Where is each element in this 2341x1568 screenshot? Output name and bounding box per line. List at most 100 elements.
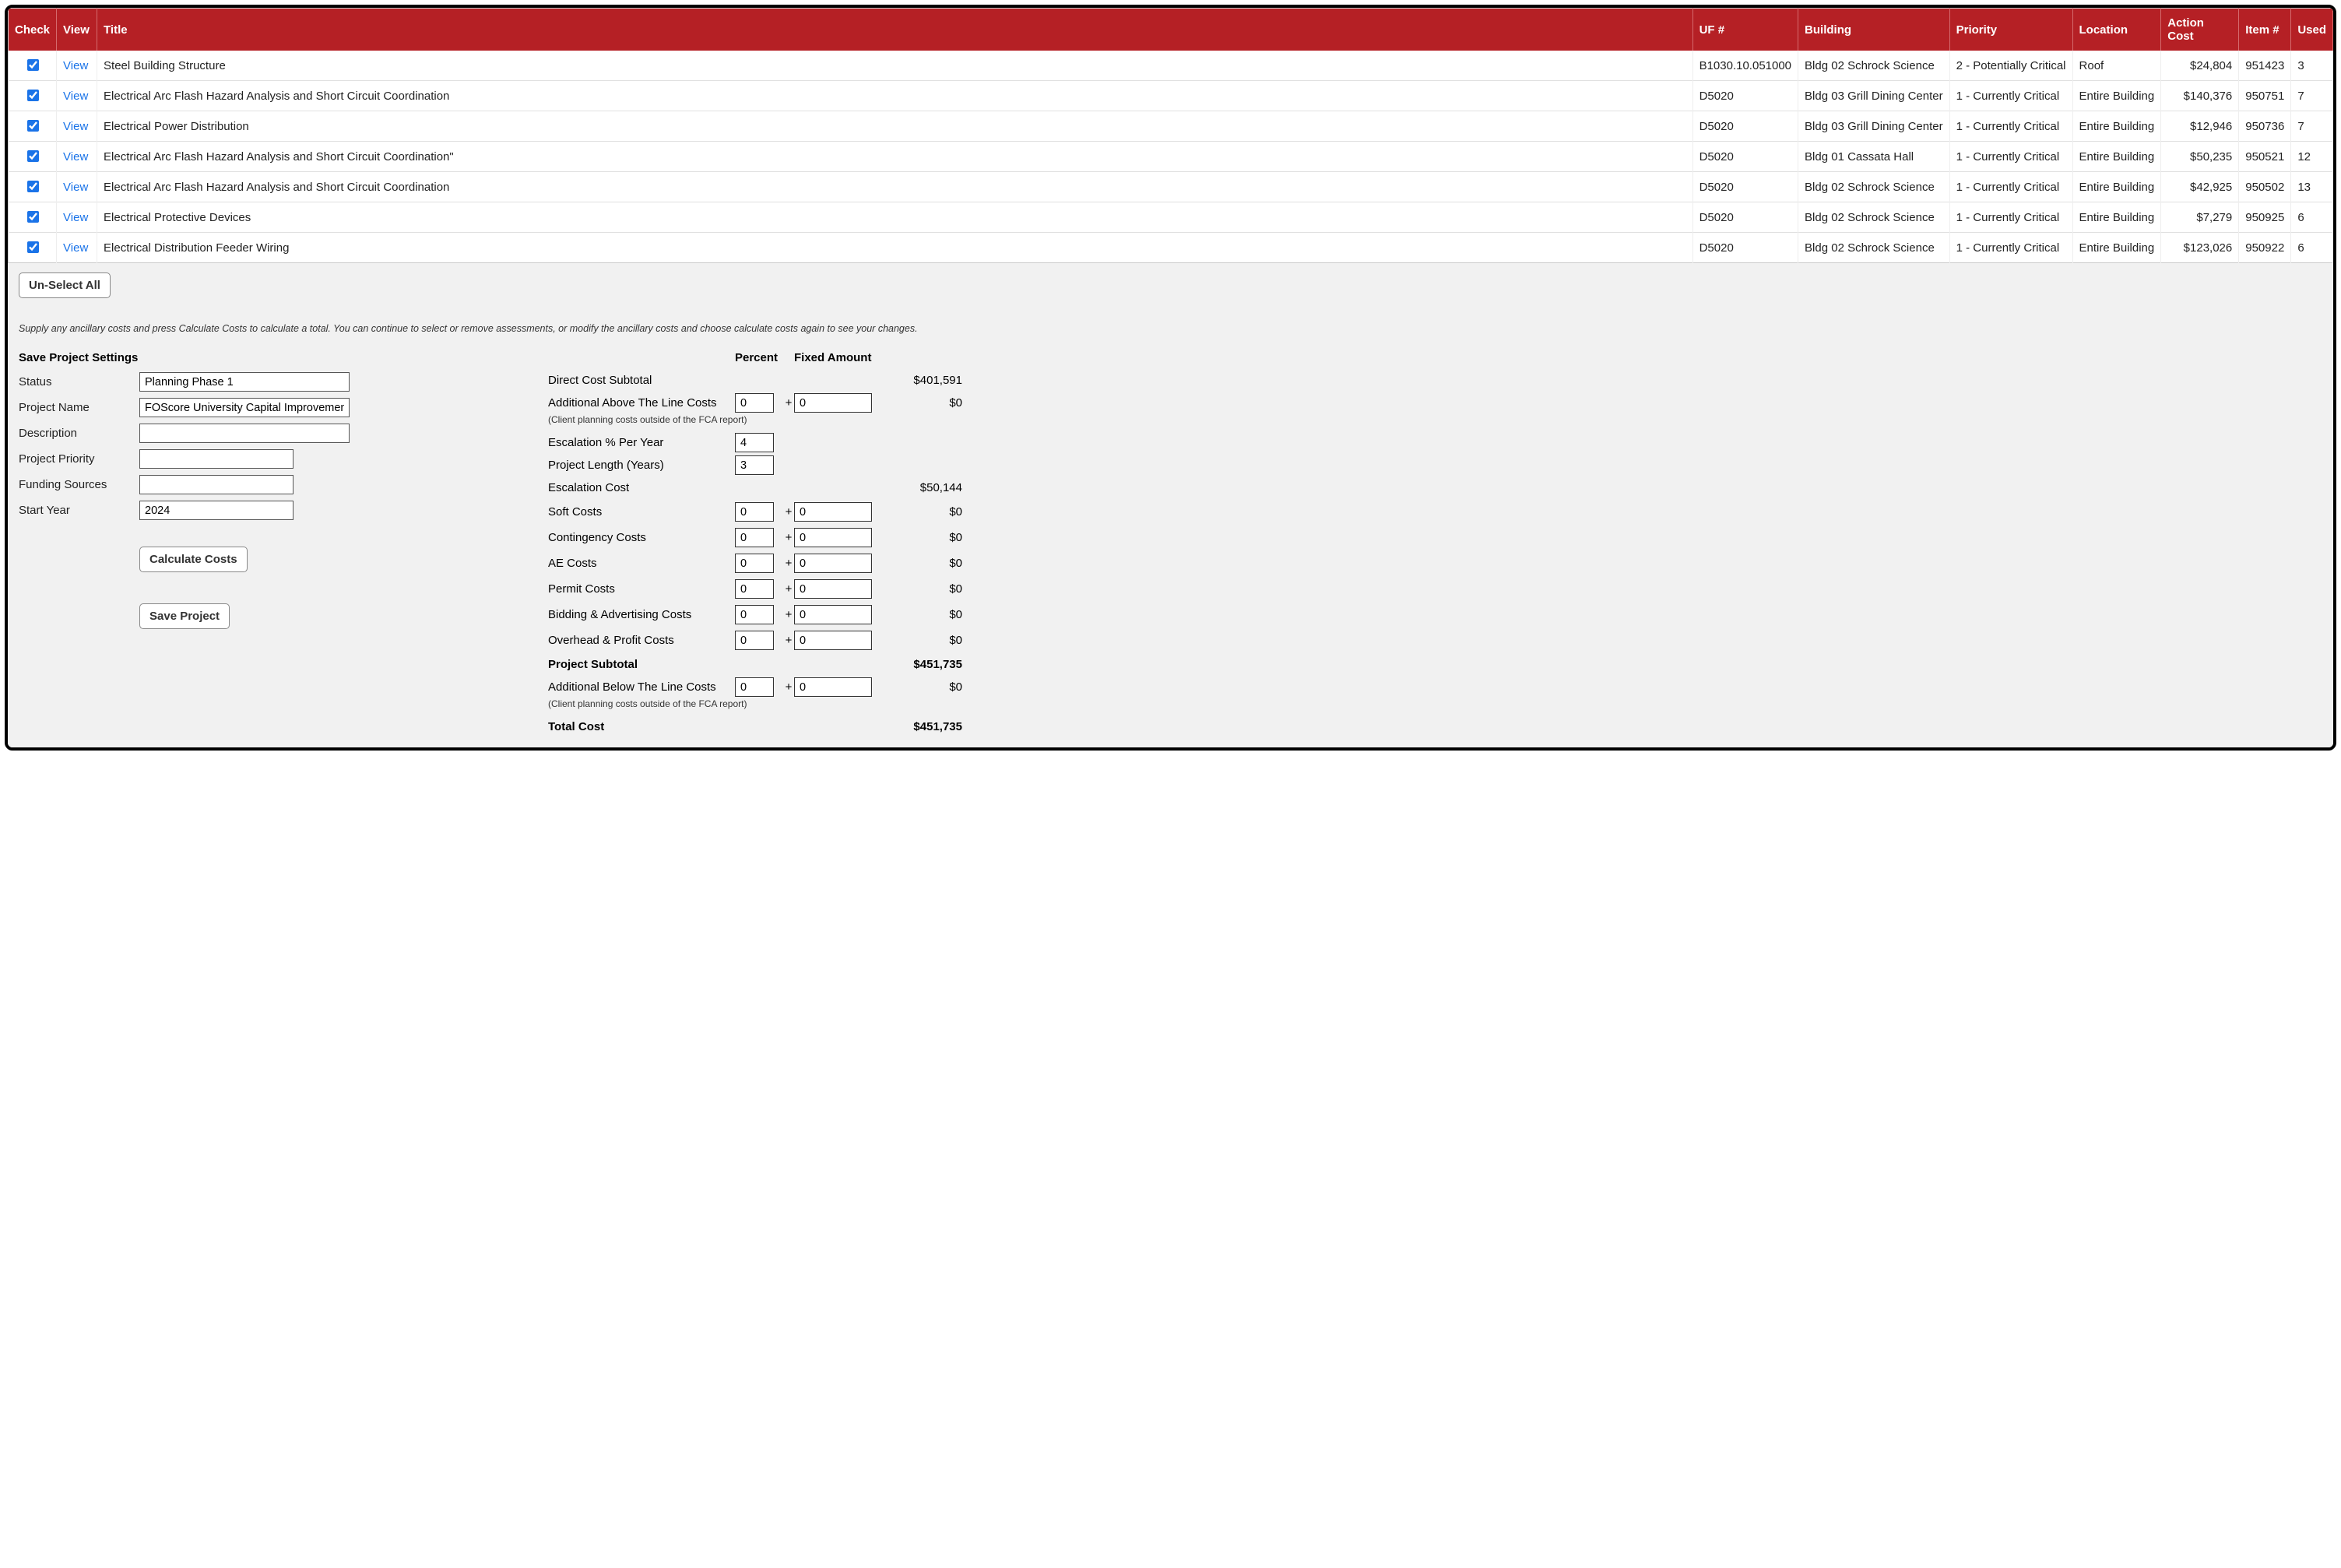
plus-sign: +	[783, 557, 794, 570]
direct-cost-subtotal-label: Direct Cost Subtotal	[548, 369, 735, 392]
soft-costs-fixed-input[interactable]	[794, 502, 872, 522]
view-link[interactable]: View	[63, 120, 88, 133]
cell-uf: B1030.10.051000	[1692, 51, 1798, 81]
th-uf[interactable]: UF #	[1692, 9, 1798, 51]
bidding-amount: $0	[873, 608, 967, 621]
project-name-input[interactable]	[139, 398, 350, 417]
cell-item: 950925	[2239, 202, 2291, 233]
below-line-label: Additional Below The Line Costs	[548, 676, 735, 698]
view-link[interactable]: View	[63, 150, 88, 163]
th-priority[interactable]: Priority	[1949, 9, 2072, 51]
view-link[interactable]: View	[63, 241, 88, 255]
above-line-note: (Client planning costs outside of the FC…	[548, 414, 967, 431]
view-link[interactable]: View	[63, 59, 88, 72]
overhead-amount: $0	[873, 634, 967, 647]
funding-sources-input[interactable]	[139, 475, 294, 494]
cell-used: 13	[2291, 172, 2333, 202]
status-input[interactable]	[139, 372, 350, 392]
contingency-pct-input[interactable]	[735, 528, 774, 547]
soft-costs-pct-input[interactable]	[735, 502, 774, 522]
th-item[interactable]: Item #	[2239, 9, 2291, 51]
table-row: View Steel Building StructureB1030.10.051…	[9, 51, 2333, 81]
row-checkbox[interactable]	[27, 59, 39, 71]
funding-sources-label: Funding Sources	[19, 478, 139, 491]
overhead-fixed-input[interactable]	[794, 631, 872, 650]
project-length-label: Project Length (Years)	[548, 454, 735, 476]
row-checkbox[interactable]	[27, 181, 39, 192]
cell-title: Electrical Arc Flash Hazard Analysis and…	[97, 172, 1693, 202]
permit-costs-amount: $0	[873, 582, 967, 596]
plus-sign: +	[783, 505, 794, 519]
th-location[interactable]: Location	[2072, 9, 2161, 51]
start-year-label: Start Year	[19, 504, 139, 517]
row-checkbox[interactable]	[27, 120, 39, 132]
th-building[interactable]: Building	[1798, 9, 1950, 51]
cell-action-cost: $123,026	[2161, 233, 2239, 263]
above-line-percent-input[interactable]	[735, 393, 774, 413]
cell-priority: 1 - Currently Critical	[1949, 111, 2072, 142]
row-checkbox[interactable]	[27, 90, 39, 101]
cell-uf: D5020	[1692, 233, 1798, 263]
bidding-fixed-input[interactable]	[794, 605, 872, 624]
view-link[interactable]: View	[63, 90, 88, 103]
below-line-pct-input[interactable]	[735, 677, 774, 697]
th-view[interactable]: View	[57, 9, 97, 51]
start-year-input[interactable]	[139, 501, 294, 520]
plus-sign: +	[783, 680, 794, 694]
cell-used: 7	[2291, 111, 2333, 142]
th-action-cost[interactable]: Action Cost	[2161, 9, 2239, 51]
cell-used: 6	[2291, 233, 2333, 263]
unselect-all-button[interactable]: Un-Select All	[19, 272, 111, 298]
cell-location: Entire Building	[2072, 202, 2161, 233]
row-checkbox[interactable]	[27, 150, 39, 162]
ae-costs-pct-input[interactable]	[735, 554, 774, 573]
save-project-button[interactable]: Save Project	[139, 603, 230, 629]
table-row: ViewElectrical Protective DevicesD5020Bl…	[9, 202, 2333, 233]
contingency-fixed-input[interactable]	[794, 528, 872, 547]
percent-header: Percent	[735, 351, 783, 369]
cell-location: Entire Building	[2072, 81, 2161, 111]
above-line-label: Additional Above The Line Costs	[548, 392, 735, 414]
overhead-pct-input[interactable]	[735, 631, 774, 650]
view-link[interactable]: View	[63, 181, 88, 194]
table-row: ViewElectrical Power DistributionD5020Bl…	[9, 111, 2333, 142]
project-length-input[interactable]	[735, 455, 774, 475]
cell-used: 3	[2291, 51, 2333, 81]
project-priority-label: Project Priority	[19, 452, 139, 466]
bidding-pct-input[interactable]	[735, 605, 774, 624]
project-priority-input[interactable]	[139, 449, 294, 469]
cell-used: 7	[2291, 81, 2333, 111]
cell-title: Steel Building Structure	[97, 51, 1693, 81]
below-line-fixed-input[interactable]	[794, 677, 872, 697]
ae-costs-fixed-input[interactable]	[794, 554, 872, 573]
cell-priority: 1 - Currently Critical	[1949, 233, 2072, 263]
table-row: View Electrical Arc Flash Hazard Analysis…	[9, 142, 2333, 172]
assessments-table: Check View Title UF # Building Priority …	[8, 8, 2333, 263]
permit-costs-pct-input[interactable]	[735, 579, 774, 599]
description-input[interactable]	[139, 424, 350, 443]
calculate-costs-button[interactable]: Calculate Costs	[139, 547, 248, 572]
cell-item: 951423	[2239, 51, 2291, 81]
cell-title: Electrical Arc Flash Hazard Analysis and…	[97, 142, 1693, 172]
above-line-fixed-input[interactable]	[794, 393, 872, 413]
row-checkbox[interactable]	[27, 211, 39, 223]
view-link[interactable]: View	[63, 211, 88, 224]
cell-uf: D5020	[1692, 202, 1798, 233]
th-used[interactable]: Used	[2291, 9, 2333, 51]
row-checkbox[interactable]	[27, 241, 39, 253]
bidding-label: Bidding & Advertising Costs	[548, 602, 735, 628]
table-row: View Electrical Arc Flash Hazard Analysis…	[9, 172, 2333, 202]
cell-action-cost: $24,804	[2161, 51, 2239, 81]
th-title[interactable]: Title	[97, 9, 1693, 51]
cell-priority: 1 - Currently Critical	[1949, 172, 2072, 202]
permit-costs-fixed-input[interactable]	[794, 579, 872, 599]
cell-building: Bldg 02 Schrock Science	[1798, 172, 1950, 202]
cell-location: Entire Building	[2072, 233, 2161, 263]
cell-building: Bldg 02 Schrock Science	[1798, 51, 1950, 81]
plus-sign: +	[783, 396, 794, 410]
cell-location: Entire Building	[2072, 142, 2161, 172]
th-check[interactable]: Check	[9, 9, 57, 51]
escalation-pct-input[interactable]	[735, 433, 774, 452]
plus-sign: +	[783, 531, 794, 544]
cell-item: 950751	[2239, 81, 2291, 111]
